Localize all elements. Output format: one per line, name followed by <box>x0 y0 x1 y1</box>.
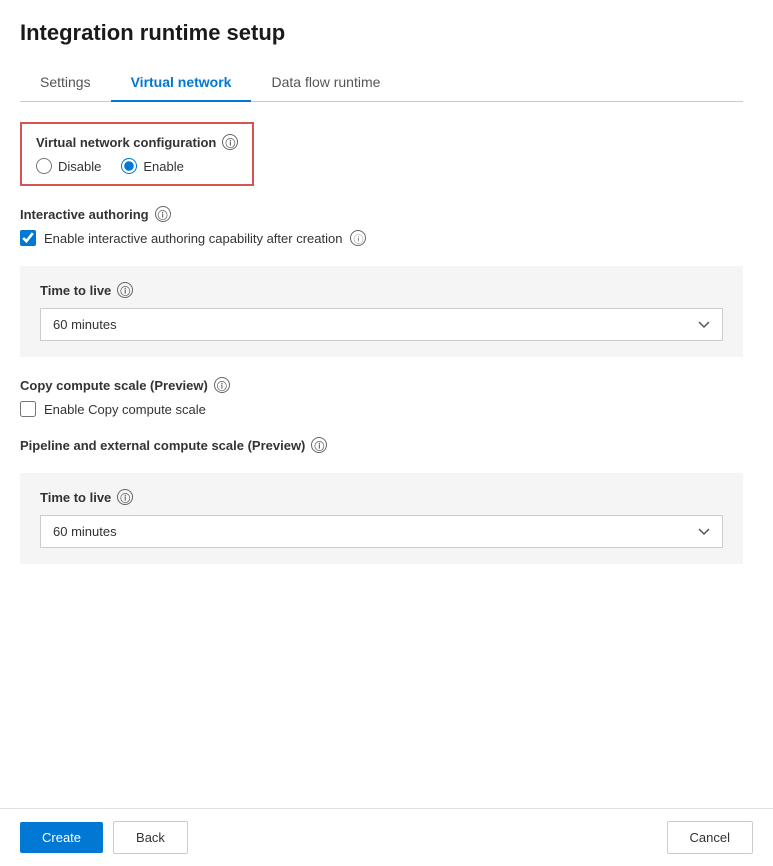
pipeline-compute-section: Pipeline and external compute scale (Pre… <box>20 437 743 453</box>
time-to-live-2-select[interactable]: 60 minutes 0 minutes 15 minutes 30 minut… <box>40 515 723 548</box>
vnet-enable-radio[interactable] <box>121 158 137 174</box>
interactive-authoring-section: Interactive authoring ⓘ Enable interacti… <box>20 206 743 246</box>
time-to-live-1-label: Time to live ⓘ <box>40 282 723 298</box>
vnet-enable-option[interactable]: Enable <box>121 158 183 174</box>
vnet-enable-label: Enable <box>143 159 183 174</box>
pipeline-compute-info-icon[interactable]: ⓘ <box>311 437 327 453</box>
vnet-disable-label: Disable <box>58 159 101 174</box>
interactive-authoring-title: Interactive authoring ⓘ <box>20 206 743 222</box>
copy-compute-label: Copy compute scale (Preview) <box>20 378 208 393</box>
page-container: Integration runtime setup Settings Virtu… <box>0 0 773 664</box>
cancel-button[interactable]: Cancel <box>667 821 753 854</box>
page-title: Integration runtime setup <box>20 20 743 46</box>
interactive-authoring-label: Interactive authoring <box>20 207 149 222</box>
back-button[interactable]: Back <box>113 821 188 854</box>
copy-compute-info-icon[interactable]: ⓘ <box>214 377 230 393</box>
time-to-live-2-info-icon[interactable]: ⓘ <box>117 489 133 505</box>
time-to-live-1-select[interactable]: 60 minutes 0 minutes 15 minutes 30 minut… <box>40 308 723 341</box>
copy-compute-checkbox[interactable] <box>20 401 36 417</box>
interactive-authoring-checkbox-label[interactable]: Enable interactive authoring capability … <box>20 230 743 246</box>
footer: Create Back Cancel <box>0 808 773 866</box>
copy-compute-section: Copy compute scale (Preview) ⓘ Enable Co… <box>20 377 743 417</box>
time-to-live-1-box: Time to live ⓘ 60 minutes 0 minutes 15 m… <box>20 266 743 357</box>
interactive-authoring-info-icon[interactable]: ⓘ <box>155 206 171 222</box>
tab-data-flow-runtime[interactable]: Data flow runtime <box>251 64 400 102</box>
vnet-config-info-icon[interactable]: ⓘ <box>222 134 238 150</box>
vnet-config-box: Virtual network configuration ⓘ Disable … <box>20 122 254 186</box>
time-to-live-2-text: Time to live <box>40 490 111 505</box>
vnet-radio-group: Disable Enable <box>36 158 238 174</box>
pipeline-compute-title: Pipeline and external compute scale (Pre… <box>20 437 743 453</box>
vnet-config-title: Virtual network configuration ⓘ <box>36 134 238 150</box>
time-to-live-1-info-icon[interactable]: ⓘ <box>117 282 133 298</box>
time-to-live-2-label: Time to live ⓘ <box>40 489 723 505</box>
pipeline-compute-label: Pipeline and external compute scale (Pre… <box>20 438 305 453</box>
vnet-config-label: Virtual network configuration <box>36 135 216 150</box>
tabs: Settings Virtual network Data flow runti… <box>20 64 743 102</box>
copy-compute-checkbox-text: Enable Copy compute scale <box>44 402 206 417</box>
time-to-live-1-text: Time to live <box>40 283 111 298</box>
tab-settings[interactable]: Settings <box>20 64 111 102</box>
tab-virtual-network[interactable]: Virtual network <box>111 64 252 102</box>
create-button[interactable]: Create <box>20 822 103 853</box>
vnet-disable-radio[interactable] <box>36 158 52 174</box>
time-to-live-2-box: Time to live ⓘ 60 minutes 0 minutes 15 m… <box>20 473 743 564</box>
copy-compute-checkbox-label[interactable]: Enable Copy compute scale <box>20 401 743 417</box>
copy-compute-title: Copy compute scale (Preview) ⓘ <box>20 377 743 393</box>
interactive-authoring-checkbox[interactable] <box>20 230 36 246</box>
vnet-disable-option[interactable]: Disable <box>36 158 101 174</box>
interactive-authoring-checkbox-info-icon[interactable]: ⓘ <box>350 230 366 246</box>
interactive-authoring-checkbox-text: Enable interactive authoring capability … <box>44 231 342 246</box>
